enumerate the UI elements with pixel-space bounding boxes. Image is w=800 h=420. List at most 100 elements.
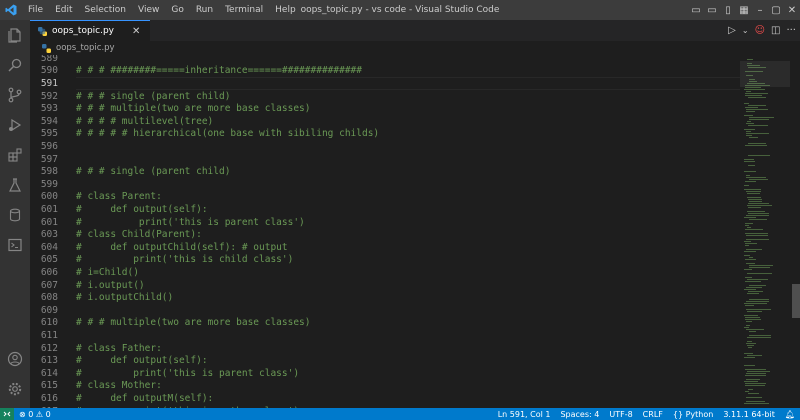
- line-number: 615: [40, 380, 58, 392]
- minimap-line: [745, 229, 763, 230]
- code-line[interactable]: 608 # i.outputChild(): [30, 291, 740, 304]
- minimap-line: [746, 91, 751, 92]
- run-python-icon[interactable]: ▷: [728, 25, 736, 36]
- menu-help[interactable]: Help: [269, 5, 302, 15]
- activity-bar: [0, 20, 30, 408]
- cursor-position[interactable]: Ln 591, Col 1: [493, 410, 556, 419]
- layout-toggle-icon[interactable]: ▭: [688, 0, 704, 20]
- minimap-line: [749, 267, 770, 268]
- minimap-line: [744, 89, 765, 90]
- line-number: 610: [40, 317, 58, 329]
- code-line[interactable]: 605 # print('this is child class'): [30, 254, 740, 267]
- code-line[interactable]: 598 # # # single (parent child): [30, 165, 740, 178]
- code-line[interactable]: 612 # class Father:: [30, 342, 740, 355]
- breadcrumb-file[interactable]: oops_topic.py: [56, 43, 115, 53]
- code-line[interactable]: 595 # # # # # hierarchical(one base with …: [30, 128, 740, 141]
- source-control-icon[interactable]: [0, 80, 30, 110]
- code-line[interactable]: 601 # def output(self):: [30, 203, 740, 216]
- testing-flask-icon[interactable]: [0, 170, 30, 200]
- code-line[interactable]: 591: [30, 77, 740, 90]
- close-button[interactable]: ✕: [784, 0, 800, 20]
- code-line[interactable]: 590 # # # ########=====inheritance======#…: [30, 65, 740, 78]
- minimap-line: [745, 281, 761, 282]
- menu-go[interactable]: Go: [165, 5, 189, 15]
- code-line[interactable]: 600 # class Parent:: [30, 191, 740, 204]
- code-line[interactable]: 614 # print('this is parent class'): [30, 367, 740, 380]
- indentation[interactable]: Spaces: 4: [555, 410, 604, 419]
- code-line[interactable]: 594 # # # # multilevel(tree): [30, 115, 740, 128]
- remote-explorer-icon[interactable]: [0, 230, 30, 260]
- minimap-line: [746, 321, 752, 322]
- minimap-line: [749, 179, 768, 180]
- code-line[interactable]: 589: [30, 55, 740, 65]
- run-dropdown-chevron-icon[interactable]: ⌄: [742, 26, 749, 35]
- python-file-icon: [38, 26, 47, 36]
- breadcrumb[interactable]: oops_topic.py: [30, 41, 800, 55]
- code-line[interactable]: 599: [30, 178, 740, 191]
- code-line[interactable]: 611: [30, 329, 740, 342]
- remote-indicator-icon[interactable]: [0, 408, 14, 420]
- run-debug-icon[interactable]: [0, 110, 30, 140]
- minimap-line: [745, 317, 760, 318]
- minimap-line: [744, 315, 758, 316]
- split-editor-icon[interactable]: ◫: [771, 25, 780, 36]
- menu-edit[interactable]: Edit: [49, 5, 78, 15]
- minimap-line: [746, 301, 769, 302]
- minimap-line: [745, 223, 753, 224]
- minimap-line: [744, 217, 756, 218]
- code-line[interactable]: 610 # # # multiple(two are more base clas…: [30, 317, 740, 330]
- scrollbar-thumb[interactable]: [792, 284, 800, 318]
- code-line[interactable]: 596: [30, 140, 740, 153]
- menu-run[interactable]: Run: [190, 5, 219, 15]
- panel-toggle-icon[interactable]: ▭: [704, 0, 720, 20]
- maximize-button[interactable]: ▢: [768, 0, 784, 20]
- python-interpreter[interactable]: 3.11.1 64-bit: [718, 410, 780, 419]
- menu-terminal[interactable]: Terminal: [219, 5, 269, 15]
- menu-selection[interactable]: Selection: [79, 5, 132, 15]
- minimap-viewport[interactable]: [740, 61, 790, 87]
- code-line[interactable]: 613 # def output(self):: [30, 354, 740, 367]
- code-line[interactable]: 592 # # # single (parent child): [30, 90, 740, 103]
- code-editor[interactable]: 589 590 # # # ########=====inheritance====…: [30, 55, 740, 408]
- encoding[interactable]: UTF-8: [604, 410, 637, 419]
- code-line[interactable]: 616 # def outputM(self):: [30, 392, 740, 405]
- code-line[interactable]: 593 # # # multiple(two are more base clas…: [30, 102, 740, 115]
- editor-scrollbar[interactable]: [792, 55, 800, 408]
- line-number: 595: [40, 128, 58, 140]
- customize-layout-icon[interactable]: ▦: [736, 0, 752, 20]
- copilot-icon[interactable]: ☺: [755, 25, 765, 36]
- minimize-button[interactable]: –: [752, 0, 768, 20]
- code-line[interactable]: 601 # print('this is parent class'): [30, 216, 740, 229]
- menu-view[interactable]: View: [132, 5, 165, 15]
- notifications-bell-icon[interactable]: 🔔︎: [780, 410, 800, 419]
- tab-close-icon[interactable]: ✕: [132, 26, 140, 37]
- more-actions-icon[interactable]: ···: [786, 25, 796, 36]
- minimap-line: [747, 371, 770, 372]
- code-line[interactable]: 615 # class Mother:: [30, 380, 740, 393]
- minimap[interactable]: [740, 55, 790, 408]
- code-line[interactable]: 603 # class Child(Parent):: [30, 228, 740, 241]
- minimap-line: [744, 357, 755, 358]
- code-line[interactable]: 597: [30, 153, 740, 166]
- language-mode[interactable]: {} Python: [668, 410, 718, 419]
- minimap-line: [745, 277, 752, 278]
- code-line[interactable]: 606 # i=Child(): [30, 266, 740, 279]
- search-icon[interactable]: [0, 50, 30, 80]
- code-line[interactable]: 604 # def outputChild(self): # output: [30, 241, 740, 254]
- minimap-line: [748, 97, 766, 98]
- warning-count: 0: [45, 409, 51, 419]
- problems-indicator[interactable]: ⊗ 0 ⚠ 0: [14, 410, 56, 419]
- code-line[interactable]: 607 # i.output(): [30, 279, 740, 292]
- menu-file[interactable]: File: [22, 5, 49, 15]
- sidebar-toggle-icon[interactable]: ▯: [720, 0, 736, 20]
- minimap-line: [747, 345, 754, 346]
- extensions-icon[interactable]: [0, 140, 30, 170]
- account-icon[interactable]: [0, 344, 30, 374]
- settings-gear-icon[interactable]: [0, 374, 30, 404]
- end-of-line[interactable]: CRLF: [638, 410, 668, 419]
- tab-oops-topic[interactable]: oops_topic.py ✕: [30, 20, 150, 41]
- explorer-icon[interactable]: [0, 20, 30, 50]
- minimap-line: [747, 293, 759, 294]
- database-icon[interactable]: [0, 200, 30, 230]
- code-line[interactable]: 609: [30, 304, 740, 317]
